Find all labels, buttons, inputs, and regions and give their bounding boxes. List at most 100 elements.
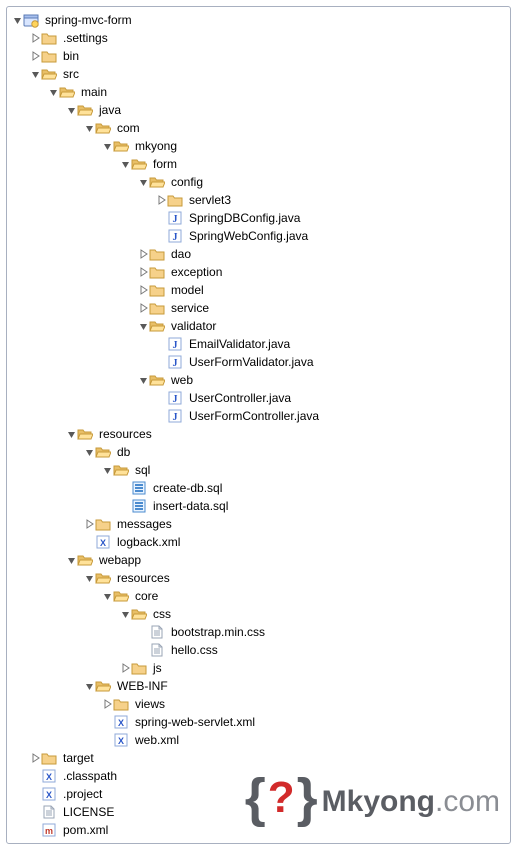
tree-row[interactable]: messages [11, 515, 510, 533]
tree-row[interactable]: resources [11, 569, 510, 587]
tree-row[interactable]: spring-mvc-form [11, 11, 510, 29]
expand-none [137, 623, 149, 641]
indent-guide [119, 407, 137, 425]
expand-open-icon[interactable] [47, 83, 59, 101]
indent-guide [29, 173, 47, 191]
indent-guide [65, 317, 83, 335]
tree-row[interactable]: insert-data.sql [11, 497, 510, 515]
expand-open-icon[interactable] [83, 119, 95, 137]
expand-open-icon[interactable] [101, 461, 113, 479]
tree-row[interactable]: spring-web-servlet.xml [11, 713, 510, 731]
expand-open-icon[interactable] [83, 569, 95, 587]
tree-row[interactable]: mkyong [11, 137, 510, 155]
expand-closed-icon[interactable] [119, 659, 131, 677]
tree-row[interactable]: create-db.sql [11, 479, 510, 497]
tree-row[interactable]: web [11, 371, 510, 389]
tree-row[interactable]: UserFormController.java [11, 407, 510, 425]
indent-guide [119, 173, 137, 191]
tree-row[interactable]: src [11, 65, 510, 83]
tree-row[interactable]: EmailValidator.java [11, 335, 510, 353]
expand-open-icon[interactable] [137, 317, 149, 335]
tree-row[interactable]: webapp [11, 551, 510, 569]
tree-row[interactable]: hello.css [11, 641, 510, 659]
indent-guide [47, 137, 65, 155]
expand-open-icon[interactable] [83, 443, 95, 461]
expand-closed-icon[interactable] [155, 191, 167, 209]
expand-open-icon[interactable] [101, 137, 113, 155]
tree-row[interactable]: pom.xml [11, 821, 510, 839]
tree-row[interactable]: com [11, 119, 510, 137]
tree-row[interactable]: main [11, 83, 510, 101]
tree-row[interactable]: WEB-INF [11, 677, 510, 695]
tree-row[interactable]: java [11, 101, 510, 119]
tree-row[interactable]: views [11, 695, 510, 713]
tree-row[interactable]: logback.xml [11, 533, 510, 551]
indent-guide [101, 623, 119, 641]
expand-closed-icon[interactable] [83, 515, 95, 533]
tree-row[interactable]: core [11, 587, 510, 605]
expand-closed-icon[interactable] [137, 299, 149, 317]
tree-row[interactable]: bootstrap.min.css [11, 623, 510, 641]
expand-open-icon[interactable] [101, 587, 113, 605]
indent-guide [83, 371, 101, 389]
expand-none [29, 821, 41, 839]
expand-open-icon[interactable] [29, 65, 41, 83]
indent-guide [65, 335, 83, 353]
tree-item-label: UserFormController.java [187, 407, 321, 425]
expand-open-icon[interactable] [137, 173, 149, 191]
tree-row[interactable]: .classpath [11, 767, 510, 785]
indent-guide [47, 515, 65, 533]
tree-row[interactable]: web.xml [11, 731, 510, 749]
expand-closed-icon[interactable] [101, 695, 113, 713]
tree-row[interactable]: .settings [11, 29, 510, 47]
tree-row[interactable]: db [11, 443, 510, 461]
tree-row[interactable]: sql [11, 461, 510, 479]
tree-row[interactable]: LICENSE [11, 803, 510, 821]
expand-closed-icon[interactable] [137, 281, 149, 299]
tree-row[interactable]: SpringDBConfig.java [11, 209, 510, 227]
expand-open-icon[interactable] [11, 11, 23, 29]
tree-row[interactable]: target [11, 749, 510, 767]
tree-row[interactable]: form [11, 155, 510, 173]
indent-guide [11, 47, 29, 65]
expand-open-icon[interactable] [65, 101, 77, 119]
tree-row[interactable]: service [11, 299, 510, 317]
expand-open-icon[interactable] [65, 425, 77, 443]
tree-row[interactable]: bin [11, 47, 510, 65]
tree-row[interactable]: UserController.java [11, 389, 510, 407]
expand-open-icon[interactable] [65, 551, 77, 569]
expand-closed-icon[interactable] [137, 263, 149, 281]
expand-open-icon[interactable] [119, 605, 131, 623]
expand-closed-icon[interactable] [29, 29, 41, 47]
file-icon [41, 804, 57, 820]
expand-open-icon[interactable] [83, 677, 95, 695]
expand-closed-icon[interactable] [29, 47, 41, 65]
expand-closed-icon[interactable] [29, 749, 41, 767]
expand-open-icon[interactable] [137, 371, 149, 389]
tree-row[interactable]: UserFormValidator.java [11, 353, 510, 371]
tree-item-label: spring-mvc-form [43, 11, 134, 29]
folder-icon [149, 264, 165, 280]
indent-guide [83, 407, 101, 425]
tree-row[interactable]: model [11, 281, 510, 299]
indent-guide [47, 227, 65, 245]
indent-guide [65, 587, 83, 605]
expand-closed-icon[interactable] [137, 245, 149, 263]
tree-row[interactable]: config [11, 173, 510, 191]
tree-row[interactable]: .project [11, 785, 510, 803]
tree-row[interactable]: resources [11, 425, 510, 443]
tree-row[interactable]: validator [11, 317, 510, 335]
tree-row[interactable]: exception [11, 263, 510, 281]
tree-row[interactable]: servlet3 [11, 191, 510, 209]
indent-guide [83, 317, 101, 335]
tree-row[interactable]: dao [11, 245, 510, 263]
tree-item-label: .settings [61, 29, 110, 47]
tree-row[interactable]: css [11, 605, 510, 623]
tree-row[interactable]: js [11, 659, 510, 677]
indent-guide [29, 317, 47, 335]
indent-guide [11, 299, 29, 317]
tree-item-label: com [115, 119, 142, 137]
expand-open-icon[interactable] [119, 155, 131, 173]
tree-row[interactable]: SpringWebConfig.java [11, 227, 510, 245]
tree-item-label: bootstrap.min.css [169, 623, 267, 641]
